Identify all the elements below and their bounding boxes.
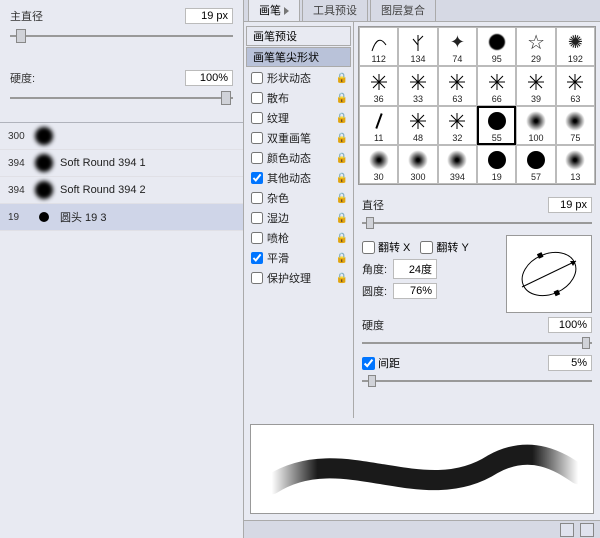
- diam-input[interactable]: 19 px: [548, 197, 592, 213]
- lock-icon: 🔒: [336, 273, 348, 284]
- brush-tip-cell[interactable]: 95: [477, 27, 516, 66]
- round-input[interactable]: 76%: [393, 283, 437, 299]
- opt-item[interactable]: 散布🔒: [244, 88, 353, 108]
- lock-icon: 🔒: [336, 233, 348, 244]
- opt-item[interactable]: 其他动态🔒: [244, 168, 353, 188]
- diameter-value[interactable]: 19 px: [185, 8, 233, 24]
- brush-tip-cell[interactable]: 32: [438, 106, 477, 145]
- brush-tip-cell[interactable]: 394: [438, 145, 477, 184]
- diameter-slider[interactable]: [10, 28, 233, 44]
- spacing-slider[interactable]: [362, 375, 592, 387]
- hard-label: 硬度: [362, 317, 384, 333]
- opt-brush-tip-shape[interactable]: 画笔笔尖形状: [246, 47, 351, 67]
- lock-icon: 🔒: [336, 213, 348, 224]
- diam-label: 直径: [362, 197, 384, 213]
- tab-brush[interactable]: 画笔: [248, 0, 300, 21]
- opt-item[interactable]: 双重画笔🔒: [244, 128, 353, 148]
- stroke-preview: [250, 424, 594, 514]
- lock-icon: 🔒: [336, 193, 348, 204]
- hardness-label: 硬度:: [10, 70, 35, 86]
- brush-tip-cell[interactable]: 30: [359, 145, 398, 184]
- brush-tip-cell[interactable]: 19: [477, 145, 516, 184]
- spacing-input[interactable]: 5%: [548, 355, 592, 371]
- lock-icon: 🔒: [336, 153, 348, 164]
- list-item[interactable]: 300: [0, 123, 243, 150]
- lock-icon: 🔒: [336, 253, 348, 264]
- brush-tip-cell[interactable]: 300: [398, 145, 437, 184]
- list-item[interactable]: 394Soft Round 394 2: [0, 177, 243, 204]
- round-label: 圆度:: [362, 283, 387, 299]
- brush-tip-cell[interactable]: 100: [516, 106, 555, 145]
- brush-tip-cell[interactable]: 11: [359, 106, 398, 145]
- opt-item[interactable]: 喷枪🔒: [244, 228, 353, 248]
- diam-slider[interactable]: [362, 217, 592, 229]
- diameter-label: 主直径: [10, 8, 43, 24]
- brush-preset-list: 300394Soft Round 394 1394Soft Round 394 …: [0, 123, 243, 231]
- right-panel: 画笔 工具预设 图层复合 画笔预设 画笔笔尖形状 形状动态🔒散布🔒纹理🔒双重画笔…: [244, 0, 600, 538]
- opt-item[interactable]: 杂色🔒: [244, 188, 353, 208]
- opt-item[interactable]: 纹理🔒: [244, 108, 353, 128]
- hard-input[interactable]: 100%: [548, 317, 592, 333]
- brush-tip-cell[interactable]: 36: [359, 66, 398, 105]
- brush-tip-cell[interactable]: 57: [516, 145, 555, 184]
- opt-item[interactable]: 形状动态🔒: [244, 68, 353, 88]
- flip-x[interactable]: 翻转 X: [362, 239, 410, 255]
- hardness-slider[interactable]: [10, 90, 233, 106]
- brush-tip-grid: 112134✦7495☆29✺1923633636639631148325510…: [358, 26, 596, 185]
- flip-y[interactable]: 翻转 Y: [420, 239, 468, 255]
- tab-tool-presets[interactable]: 工具预设: [302, 0, 368, 21]
- opt-item[interactable]: 保护纹理🔒: [244, 268, 353, 288]
- option-list: 画笔预设 画笔笔尖形状 形状动态🔒散布🔒纹理🔒双重画笔🔒颜色动态🔒其他动态🔒杂色…: [244, 22, 354, 418]
- lock-icon: 🔒: [336, 173, 348, 184]
- lock-icon: 🔒: [336, 113, 348, 124]
- lock-icon: 🔒: [336, 73, 348, 84]
- brush-tip-cell[interactable]: 66: [477, 66, 516, 105]
- trash-icon[interactable]: [580, 523, 594, 537]
- hardness-value[interactable]: 100%: [185, 70, 233, 86]
- new-icon[interactable]: [560, 523, 574, 537]
- brush-tip-cell[interactable]: 112: [359, 27, 398, 66]
- brush-tip-cell[interactable]: ✦74: [438, 27, 477, 66]
- brush-tip-cell[interactable]: 134: [398, 27, 437, 66]
- brush-tip-cell[interactable]: 75: [556, 106, 595, 145]
- tab-bar: 画笔 工具预设 图层复合: [244, 0, 600, 22]
- opt-brush-presets[interactable]: 画笔预设: [246, 26, 351, 46]
- left-panel: 主直径 19 px 硬度: 100% 300394Soft Round 394 …: [0, 0, 244, 538]
- status-bar: [244, 520, 600, 538]
- lock-icon: 🔒: [336, 93, 348, 104]
- brush-tip-cell[interactable]: ☆29: [516, 27, 555, 66]
- list-item[interactable]: 19圆头 19 3: [0, 204, 243, 231]
- angle-widget[interactable]: [506, 235, 592, 313]
- spacing-check[interactable]: 间距: [362, 355, 400, 371]
- brush-tip-cell[interactable]: 13: [556, 145, 595, 184]
- opt-item[interactable]: 颜色动态🔒: [244, 148, 353, 168]
- brush-tip-cell[interactable]: 48: [398, 106, 437, 145]
- list-item[interactable]: 394Soft Round 394 1: [0, 150, 243, 177]
- brush-tip-cell[interactable]: 55: [477, 106, 516, 145]
- brush-tip-cell[interactable]: 33: [398, 66, 437, 105]
- brush-tip-cell[interactable]: 63: [438, 66, 477, 105]
- lock-icon: 🔒: [336, 133, 348, 144]
- hard-slider[interactable]: [362, 337, 592, 349]
- angle-input[interactable]: 24度: [393, 259, 437, 279]
- opt-item[interactable]: 平滑🔒: [244, 248, 353, 268]
- brush-tip-cell[interactable]: 39: [516, 66, 555, 105]
- tab-layer-comps[interactable]: 图层复合: [370, 0, 436, 21]
- opt-item[interactable]: 湿边🔒: [244, 208, 353, 228]
- brush-tip-cell[interactable]: ✺192: [556, 27, 595, 66]
- brush-tip-cell[interactable]: 63: [556, 66, 595, 105]
- angle-label: 角度:: [362, 261, 387, 277]
